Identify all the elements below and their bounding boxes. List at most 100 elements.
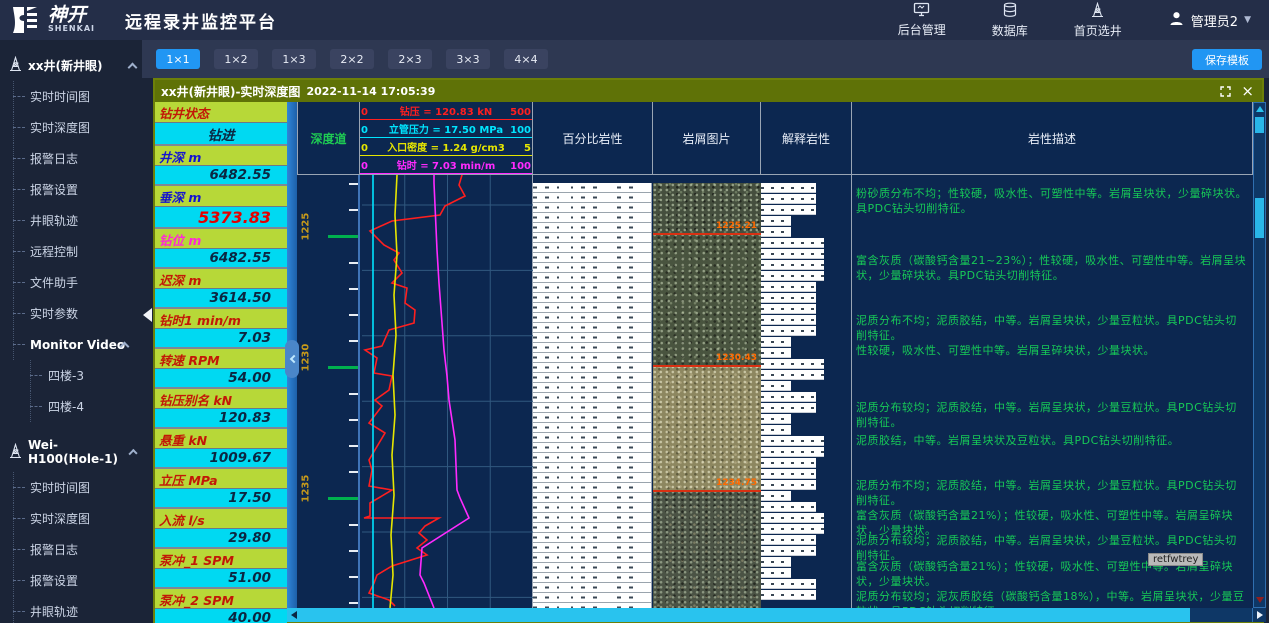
close-icon[interactable]: × [1241, 86, 1254, 97]
interp-lithology-cell [761, 359, 824, 369]
lithology-description: 粉砂质分布不均；性较硬，吸水性、可塑性中等。岩屑呈块状，少量碎块状。具PDC钻头… [856, 186, 1248, 216]
interp-lithology-cell [761, 568, 791, 578]
scroll-down-icon[interactable] [1256, 597, 1264, 603]
sidebar-item-实时时间图[interactable]: 实时时间图 [0, 81, 142, 112]
curve-legend-立管压力: 0立管压力 = 17.50 MPa100 [360, 120, 532, 138]
lithology-description: 富含灰质（碳酸钙含量21~23%）；性较硬，吸水性、可塑性中等。岩屑呈块状，少量… [856, 253, 1248, 283]
nav-item-label: 后台管理 [898, 21, 946, 38]
depth-log-chart: 深度道 0钻压 = 120.83 kN5000立管压力 = 17.50 MPa1… [297, 102, 1253, 608]
lithology-description: 性较硬，吸水性、可塑性中等。岩屑呈碎块状，少量块状。 [856, 343, 1248, 358]
layout-toolbar: 1×1 1×2 1×3 2×2 2×3 3×3 4×4 保存模板 [142, 40, 1269, 78]
depth-label: 1225 [301, 227, 312, 241]
param-value: 5373.83 [155, 206, 287, 227]
shenkai-logo-icon [10, 5, 40, 35]
vertical-scroll-thumb[interactable] [1255, 198, 1264, 238]
sidebar-item-label: 报警日志 [30, 150, 78, 167]
app-window: 神开 SHENKAI 远程录井监控平台 后台管理数据库首页选井管理员2▼ xx井… [0, 0, 1269, 623]
scroll-left-icon[interactable] [287, 608, 300, 622]
nav-item-1[interactable]: 后台管理 [898, 2, 946, 38]
layout-button-1x2[interactable]: 1×2 [214, 49, 258, 69]
lithology-percent-track [533, 183, 652, 608]
sidebar-item-实时时间图[interactable]: 实时时间图 [0, 472, 142, 503]
interp-lithology-cell [761, 348, 791, 358]
param-row: 井深 m6482.55 [155, 146, 287, 186]
realtime-parameter-list: 钻井状态钻进井深 m6482.55垂深 m5373.83钻位 m6482.55迟… [155, 102, 287, 608]
depth-tick-minor [349, 524, 358, 526]
sidebar-item-报警设置[interactable]: 报警设置 [0, 174, 142, 205]
param-label: 入流 l/s [155, 509, 287, 528]
sidebar-item-label: 实时深度图 [30, 119, 90, 136]
layout-buttons: 1×1 1×2 1×3 2×2 2×3 3×3 4×4 [142, 49, 548, 69]
panel-title-bar: xx井(新井眼)-实时深度图 2022-11-14 17:05:39 × [155, 80, 1262, 102]
depth-track: 122512301235 [297, 175, 360, 608]
column-header-1: 百分比岩性 [533, 102, 653, 175]
sidebar-item-实时深度图[interactable]: 实时深度图 [0, 112, 142, 143]
sidebar-item-实时参数[interactable]: 实时参数 [0, 298, 142, 329]
sidebar-item-实时深度图[interactable]: 实时深度图 [0, 503, 142, 534]
well-group-1[interactable]: xx井(新井眼) [0, 50, 142, 81]
interp-lithology-cell [761, 458, 816, 468]
interp-lithology-cell [761, 205, 816, 215]
sidebar-item-label: 报警设置 [30, 181, 78, 198]
derrick-icon [8, 443, 23, 462]
expand-icon[interactable] [1220, 82, 1231, 101]
param-row: 钻井状态钻进 [155, 102, 287, 146]
depth-tick-minor [349, 183, 358, 185]
user-name: 管理员2 [1191, 11, 1238, 30]
horizontal-scrollbar[interactable] [287, 608, 1266, 622]
interp-lithology-cell [761, 524, 824, 534]
vertical-scrollbar[interactable] [1253, 102, 1266, 608]
nav-item-label: 首页选井 [1074, 22, 1122, 39]
brand-name: 神开 [48, 7, 95, 24]
layout-button-2x2[interactable]: 2×2 [330, 49, 374, 69]
sample-depth-line [653, 490, 761, 492]
sidebar-item-四楼-3[interactable]: 四楼-3 [0, 360, 142, 391]
panel-timestamp: 2022-11-14 17:05:39 [306, 85, 435, 98]
depth-tick-minor [349, 393, 358, 395]
user-icon [1168, 10, 1185, 31]
sidebar-item-文件助手[interactable]: 文件助手 [0, 267, 142, 298]
depth-tick-minor [349, 314, 358, 316]
layout-button-1x1[interactable]: 1×1 [156, 49, 200, 69]
layout-button-1x3[interactable]: 1×3 [272, 49, 316, 69]
sidebar-item-四楼-4[interactable]: 四楼-4 [0, 391, 142, 422]
interp-lithology-cell [761, 238, 824, 248]
depth-label: 1230 [301, 358, 312, 372]
sidebar-item-远程控制[interactable]: 远程控制 [0, 236, 142, 267]
horizontal-scroll-thumb[interactable] [300, 608, 1190, 622]
sidebar-item-井眼轨迹[interactable]: 井眼轨迹 [0, 205, 142, 236]
lithology-description: 泥质胶结，中等。岩屑呈块状及豆粒状。具PDC钻头切削特征。 [856, 433, 1248, 448]
layout-button-3x3[interactable]: 3×3 [446, 49, 490, 69]
interp-lithology-cell [761, 557, 791, 567]
brand-name-en: SHENKAI [48, 24, 95, 33]
interp-lithology-cell [761, 546, 816, 556]
param-value: 钻进 [155, 122, 287, 144]
sidebar-item-报警日志[interactable]: 报警日志 [0, 143, 142, 174]
layout-button-4x4[interactable]: 4×4 [504, 49, 548, 69]
interp-lithology-cell [761, 403, 816, 413]
well-group-2[interactable]: Wei-H100(Hole-1) [0, 432, 142, 472]
param-value: 7.03 [155, 328, 287, 348]
sidebar-item-报警日志[interactable]: 报警日志 [0, 534, 142, 565]
interp-lithology-cell [761, 513, 824, 523]
layout-button-2x3[interactable]: 2×3 [388, 49, 432, 69]
sidebar-item-井眼轨迹[interactable]: 井眼轨迹 [0, 596, 142, 623]
save-template-button[interactable]: 保存模板 [1192, 49, 1262, 70]
sidebar-item-label: 实时参数 [30, 305, 78, 322]
vertical-scroll-thumb[interactable] [1255, 117, 1264, 133]
sidebar-item-monitor-video[interactable]: Monitor Video [0, 329, 142, 360]
nav-item-3[interactable]: 首页选井 [1074, 2, 1122, 39]
interp-lithology-cell [761, 491, 791, 501]
scroll-up-icon[interactable] [1256, 106, 1264, 112]
curve-legend-钻时: 0钻时 = 7.03 min/m100 [360, 156, 532, 174]
param-label: 钻时1 min/m [155, 309, 287, 328]
nav-item-2[interactable]: 数据库 [992, 2, 1028, 39]
sidebar-item-报警设置[interactable]: 报警设置 [0, 565, 142, 596]
column-header-3: 解释岩性 [761, 102, 852, 175]
sidebar-collapse-arrow-icon[interactable] [143, 308, 152, 322]
lithology-description-track: 粉砂质分布不均；性较硬，吸水性、可塑性中等。岩屑呈块状，少量碎块状。具PDC钻头… [852, 175, 1253, 608]
user-menu[interactable]: 管理员2▼ [1168, 10, 1251, 31]
scroll-right-icon[interactable] [1252, 608, 1266, 622]
param-row: 泵冲_2 SPM40.00 [155, 589, 287, 623]
interp-lithology-cell [761, 194, 816, 204]
